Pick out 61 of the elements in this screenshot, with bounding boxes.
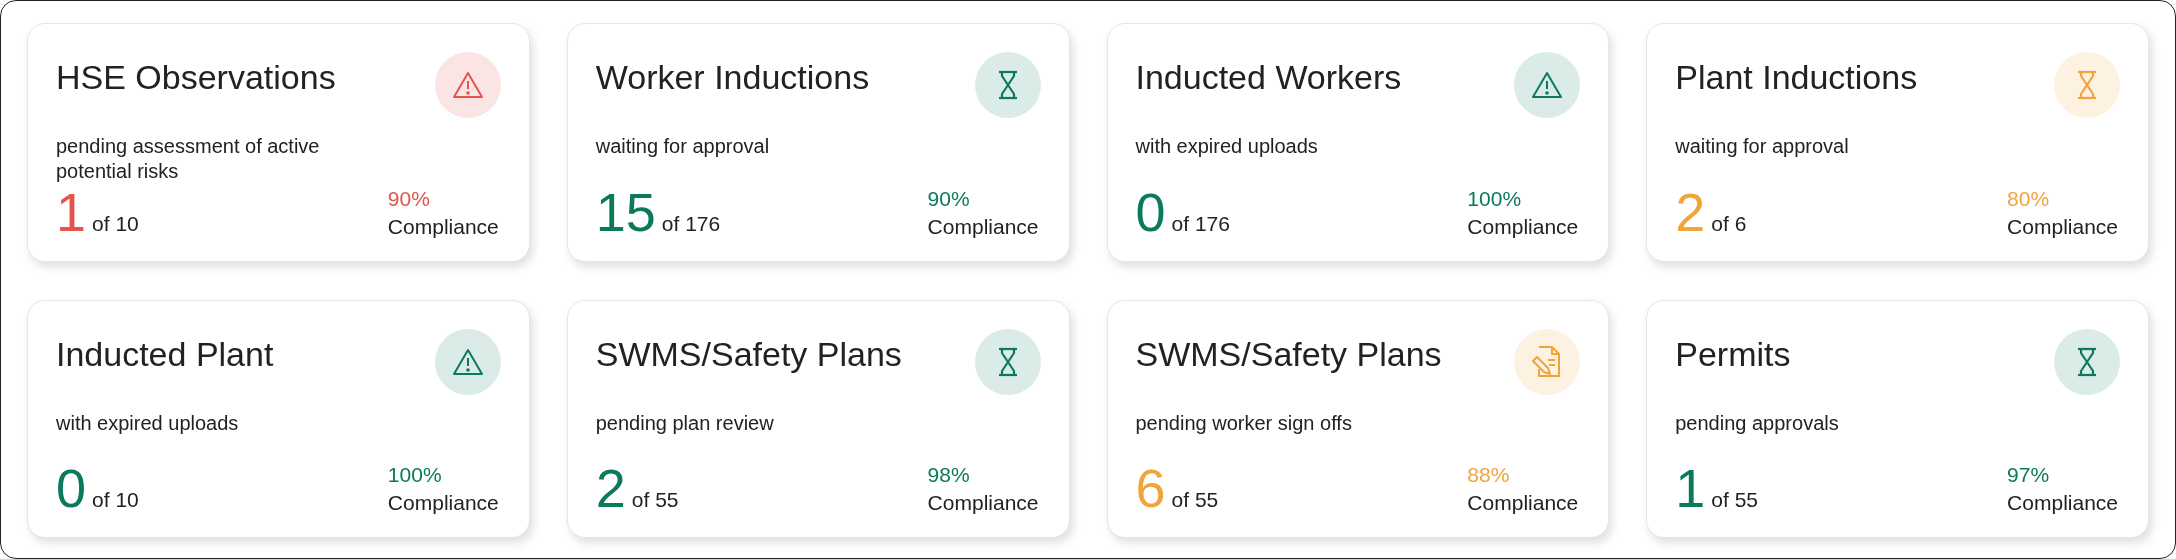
card-subtitle: pending worker sign offs xyxy=(1135,410,1353,436)
compliance-percent: 88% xyxy=(1467,463,1510,487)
warning-icon xyxy=(451,346,484,377)
count-total: of 176 xyxy=(1171,211,1230,236)
compliance-label: Compliance xyxy=(2007,214,2118,239)
count-value: 2 xyxy=(1675,184,1706,239)
compliance-percent: 98% xyxy=(927,463,970,487)
count-total: of 55 xyxy=(1711,488,1758,512)
compliance-label: Compliance xyxy=(2007,491,2118,515)
compliance-label: Compliance xyxy=(387,491,499,515)
compliance-percent: 100% xyxy=(387,463,442,487)
summary-card[interactable]: Permits pending approvals 1 of 55 97% Compliance xyxy=(1646,299,2149,538)
count-total: of 10 xyxy=(92,211,139,236)
count-value: 1 xyxy=(56,184,87,239)
compliance-percent: 90% xyxy=(387,186,430,211)
card-subtitle: waiting for approval xyxy=(1675,134,1850,159)
warning-icon xyxy=(451,70,484,100)
summary-card[interactable]: SWMS/Safety Plans pending plan review 2 of 55 98% Compliance xyxy=(566,299,1070,538)
card-subtitle: with expired uploads xyxy=(1135,134,1319,159)
card-title: Inducted Plant xyxy=(56,334,274,374)
summary-card[interactable]: SWMS/Safety Plans pending worker sign offs 6 of 55 88% Compliance xyxy=(1106,299,1610,538)
count-value: 15 xyxy=(595,184,656,239)
card-title: Permits xyxy=(1675,334,1791,374)
count-value: 1 xyxy=(1675,461,1706,515)
card-title: HSE Observations xyxy=(56,58,336,97)
summary-card[interactable]: Worker Inductions waiting for approval 15 of 176 90% Compliance xyxy=(566,23,1070,262)
compliance-label: Compliance xyxy=(1467,491,1579,515)
compliance-label: Compliance xyxy=(927,214,1039,239)
compliance-label: Compliance xyxy=(927,491,1039,515)
card-title: Plant Inductions xyxy=(1675,58,1918,97)
count-value: 6 xyxy=(1135,461,1166,515)
hourglass-icon xyxy=(2075,70,2099,100)
count-total: of 55 xyxy=(631,488,679,512)
compliance-percent: 90% xyxy=(927,186,970,211)
count-total: of 6 xyxy=(1711,211,1747,236)
summary-card[interactable]: HSE Observations pending assessment of active potential risks 1 of 10 90% Compliance xyxy=(27,23,530,262)
count-total: of 10 xyxy=(92,488,139,512)
summary-card[interactable]: Inducted Plant with expired uploads 0 of 10 100% Compliance xyxy=(27,299,530,538)
compliance-percent: 97% xyxy=(2007,463,2050,487)
summary-card[interactable]: Inducted Workers with expired uploads 0 of 176 100% Compliance xyxy=(1106,23,1610,262)
count-total: of 55 xyxy=(1171,488,1219,512)
count-value: 0 xyxy=(56,461,87,515)
card-title: SWMS/Safety Plans xyxy=(1135,334,1442,374)
card-title: SWMS/Safety Plans xyxy=(595,334,902,374)
count-value: 0 xyxy=(1135,184,1166,239)
card-title: Inducted Workers xyxy=(1135,58,1402,97)
card-subtitle: with expired uploads xyxy=(56,410,240,436)
count-value: 2 xyxy=(595,461,626,515)
compliance-label: Compliance xyxy=(1467,214,1579,239)
compliance-percent: 100% xyxy=(1467,186,1522,211)
warning-icon xyxy=(1531,70,1564,100)
hourglass-icon xyxy=(2075,346,2099,377)
card-subtitle: pending assessment of active potential risks xyxy=(56,134,321,184)
compliance-label: Compliance xyxy=(387,214,499,239)
card-title: Worker Inductions xyxy=(595,58,870,97)
count-total: of 176 xyxy=(661,211,721,236)
card-subtitle: waiting for approval xyxy=(595,134,771,159)
card-subtitle: pending plan review xyxy=(595,410,775,436)
card-subtitle: pending approvals xyxy=(1675,410,1840,436)
compliance-percent: 80% xyxy=(2007,186,2050,211)
summary-card[interactable]: Plant Inductions waiting for approval 2 of 6 80% Compliance xyxy=(1646,23,2149,262)
